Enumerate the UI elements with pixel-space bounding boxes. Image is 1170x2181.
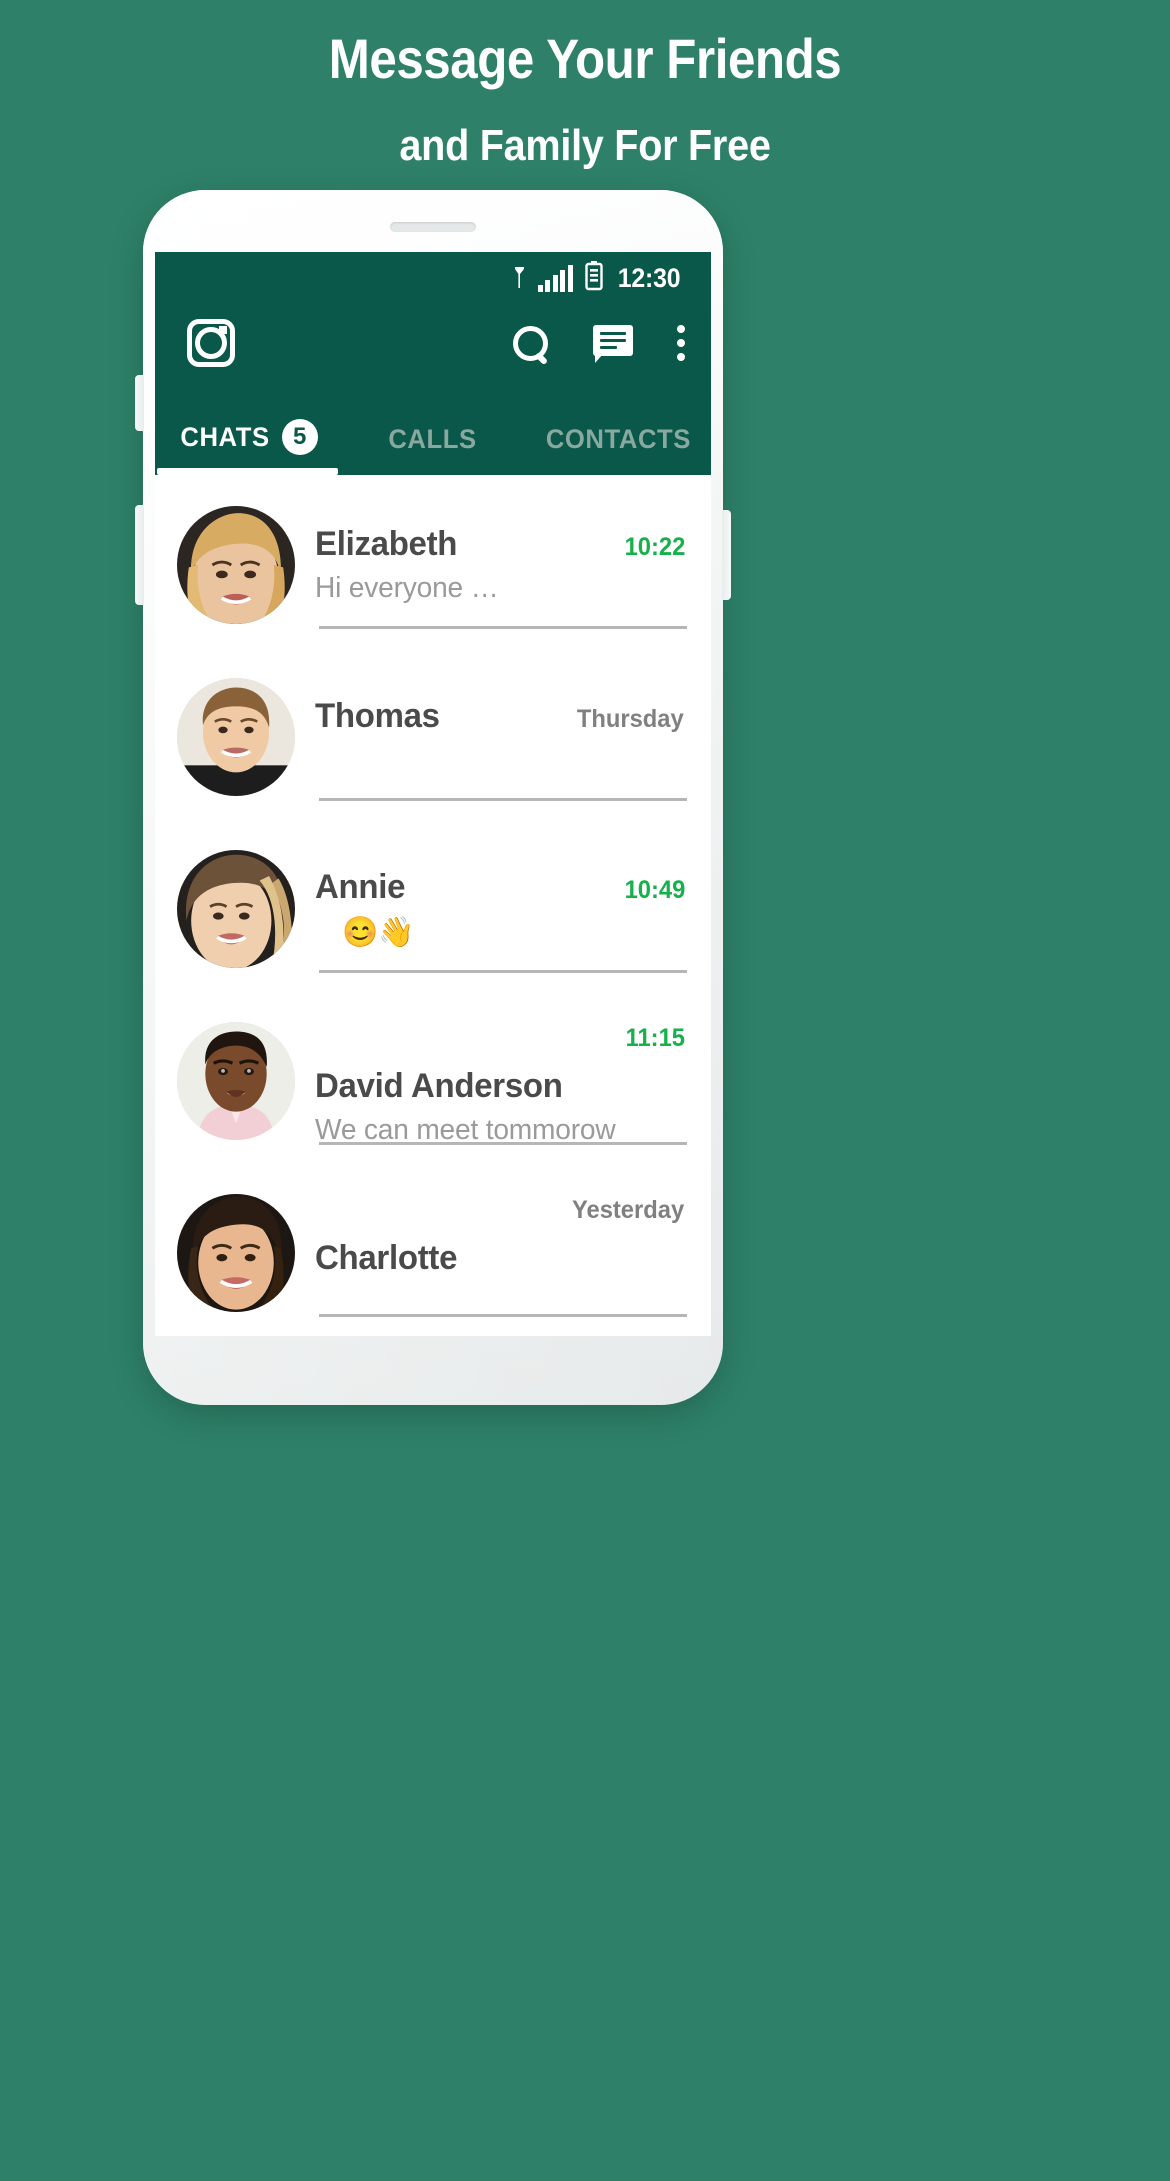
list-divider (319, 1314, 687, 1317)
chat-list-item[interactable]: Annie 10:49 😊👋 (155, 823, 711, 995)
app-header: 12:30 CHATS 5 CALLS CONTACTS (155, 252, 711, 475)
phone-mockup: 12:30 CHATS 5 CALLS CONTACTS Elizabeth 1… (135, 190, 731, 1405)
chat-bubble-icon[interactable] (593, 325, 633, 363)
chat-item-header: Yesterday Charlotte (315, 1196, 687, 1278)
chat-contact-name: Charlotte (315, 1239, 458, 1277)
tab-chats-label: CHATS (180, 421, 270, 452)
camera-icon[interactable] (187, 319, 235, 367)
battery-icon (584, 260, 604, 296)
chat-timestamp: 10:22 (624, 532, 686, 561)
list-divider (319, 970, 687, 973)
phone-screen: 12:30 CHATS 5 CALLS CONTACTS Elizabeth 1… (155, 252, 711, 1336)
chat-contact-name: Thomas (315, 696, 440, 735)
chat-list: Elizabeth 10:22 Hi everyone … Thomas Thu… (155, 475, 711, 1336)
phone-volume-down-button[interactable] (135, 505, 144, 605)
tab-chats[interactable]: CHATS 5 (155, 419, 340, 475)
app-toolbar (155, 300, 711, 386)
tab-chats-badge: 5 (281, 419, 318, 455)
search-icon[interactable] (511, 324, 549, 362)
phone-power-button[interactable] (722, 510, 731, 600)
chat-list-item[interactable]: Elizabeth 10:22 Hi everyone … (155, 479, 711, 651)
promo-headline: Message Your Friends and Family For Free (0, 0, 1170, 171)
phone-volume-up-button[interactable] (135, 375, 144, 431)
avatar (177, 506, 295, 624)
chat-list-item[interactable]: 11:15 David Anderson We can meet tommoro… (155, 995, 711, 1167)
chat-item-body: 11:15 David Anderson We can meet tommoro… (315, 1022, 687, 1146)
phone-earpiece-speaker (390, 222, 476, 232)
list-divider (319, 626, 687, 629)
chat-timestamp: 11:15 (626, 1024, 686, 1052)
chat-list-item[interactable]: Yesterday Charlotte (155, 1167, 711, 1336)
avatar (177, 678, 295, 796)
signal-bars-icon (513, 264, 573, 292)
chat-item-header: Thomas Thursday (315, 697, 687, 736)
chat-timestamp: Thursday (577, 704, 685, 733)
list-divider (319, 1142, 687, 1145)
status-bar: 12:30 (155, 252, 711, 300)
promo-headline-line1: Message Your Friends (328, 27, 842, 90)
chat-item-body: Annie 10:49 😊👋 (315, 850, 687, 968)
chat-timestamp: 10:49 (624, 876, 686, 904)
list-divider (319, 798, 687, 801)
chat-timestamp: Yesterday (571, 1196, 685, 1224)
tab-calls[interactable]: CALLS (340, 424, 525, 475)
chat-item-body: Elizabeth 10:22 Hi everyone … (315, 506, 687, 624)
app-toolbar-actions (511, 324, 685, 363)
tab-contacts-label: CONTACTS (545, 424, 691, 454)
avatar (177, 1022, 295, 1140)
tab-calls-label: CALLS (388, 424, 478, 454)
status-bar-clock: 12:30 (617, 262, 681, 293)
chat-item-header: Annie 10:49 (315, 868, 687, 907)
chat-preview-message: Hi everyone … (315, 571, 499, 604)
tab-active-indicator (157, 468, 339, 475)
chat-contact-name: David Anderson (315, 1067, 563, 1105)
chat-contact-name: Annie (315, 868, 406, 906)
chat-contact-name: Elizabeth (315, 524, 458, 563)
chat-preview-message: 😊👋 (342, 916, 415, 949)
avatar (177, 850, 295, 968)
chat-item-header: 11:15 David Anderson (315, 1024, 687, 1106)
more-vertical-icon[interactable] (677, 325, 685, 361)
chat-item-body: Thomas Thursday (315, 678, 687, 796)
tab-contacts[interactable]: CONTACTS (526, 424, 711, 475)
avatar (177, 1194, 295, 1312)
chat-item-body: Yesterday Charlotte (315, 1194, 687, 1312)
chat-list-item[interactable]: Thomas Thursday (155, 651, 711, 823)
signal-strength-bars (537, 265, 573, 292)
chat-item-header: Elizabeth 10:22 (315, 525, 687, 564)
tab-bar: CHATS 5 CALLS CONTACTS (155, 386, 711, 475)
promo-headline-line2: and Family For Free (399, 120, 771, 170)
